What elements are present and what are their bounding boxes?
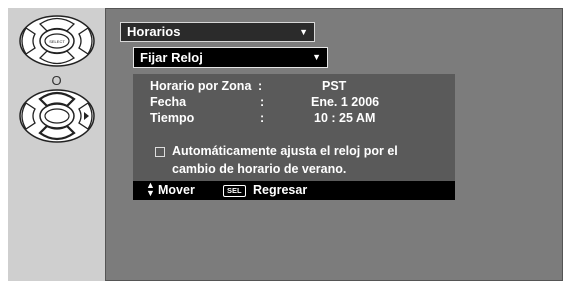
or-text: O	[51, 73, 62, 88]
clock-settings-panel: Horario por Zona : PST Fecha : Ene. 1 20…	[133, 74, 455, 181]
setting-separator: :	[260, 95, 265, 109]
menu-sub-title: Fijar Reloj	[140, 50, 203, 65]
tv-menu-screen: Horarios ▼ Fijar Reloj ▼ Horario por Zon…	[105, 8, 563, 281]
navigation-footer: ▲ ▼ Mover SEL Regresar	[133, 181, 455, 200]
select-label: SELECT	[49, 39, 65, 44]
dropdown-arrow-icon: ▼	[299, 27, 308, 37]
dpad-select-graphic: SELECT	[18, 14, 96, 68]
remote-legend: SELECT O	[8, 8, 105, 281]
setting-separator: :	[258, 79, 263, 93]
back-label: Regresar	[253, 183, 308, 197]
menu-fijar-reloj[interactable]: Fijar Reloj ▼	[133, 47, 328, 68]
setting-label: Horario por Zona	[150, 79, 252, 93]
dropdown-arrow-icon: ▼	[312, 52, 321, 62]
move-label: Mover	[158, 183, 195, 197]
setting-separator: :	[260, 111, 265, 125]
dst-note: Automáticamente ajusta el reloj por el c…	[172, 144, 398, 176]
setting-value: Ene. 1 2006	[311, 95, 380, 109]
menu-main-title: Horarios	[127, 24, 181, 39]
setting-value: PST	[322, 79, 347, 93]
menu-horarios[interactable]: Horarios ▼	[120, 22, 315, 42]
up-down-arrows-icon: ▲ ▼	[146, 180, 155, 198]
dpad-navigate-graphic	[18, 88, 96, 144]
dst-checkbox[interactable]	[155, 147, 165, 157]
sel-key-icon: SEL	[223, 185, 246, 197]
setting-label: Tiempo	[150, 111, 195, 125]
setting-value: 10 : 25 AM	[314, 111, 376, 125]
setting-label: Fecha	[150, 95, 187, 109]
